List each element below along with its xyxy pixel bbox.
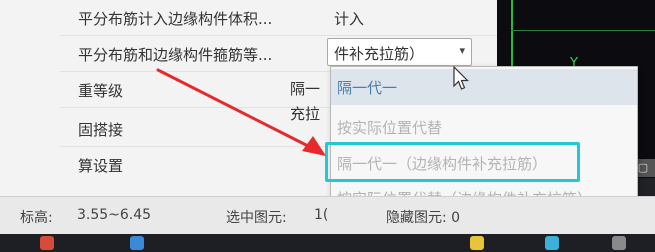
dropdown-option[interactable]: 按实际位置代替 <box>331 109 637 145</box>
row-label: 固搭接 <box>78 120 124 139</box>
highlight-box <box>325 142 580 182</box>
obscured-value: 充拉 <box>290 105 321 123</box>
mouse-pointer-icon <box>453 66 469 90</box>
elevation-label: 标高: <box>20 210 53 226</box>
row-label: 平分布筋和边缘构件箍筋等... <box>78 45 273 64</box>
obscured-value: 隔一 <box>290 80 321 98</box>
row-label: 算设置 <box>78 156 124 175</box>
selected-label: 选中图元: <box>226 210 287 226</box>
app-icon[interactable] <box>40 236 54 250</box>
hidden-count: 隐藏图元: 0 <box>386 210 461 226</box>
taskbar <box>0 234 655 252</box>
app-icon[interactable] <box>545 236 559 250</box>
elevation-value: 3.55~6.45 <box>77 207 152 223</box>
combobox-value: 件补充拉筋） <box>334 45 425 63</box>
dropdown-option[interactable]: 隔一代一 <box>331 69 637 105</box>
row-label: 重等级 <box>78 81 124 100</box>
app-icon[interactable] <box>130 236 144 250</box>
dropdown-list: 隔一代一 按实际位置代替 隔一代一（边缘构件补充拉筋） 按实际位置代替（边缘构件… <box>330 66 638 214</box>
selected-value: 1( <box>314 207 329 223</box>
chevron-down-icon[interactable]: ▾ <box>459 44 465 57</box>
row-value[interactable]: 计入 <box>334 8 364 29</box>
status-bar: 标高: 3.55~6.45 选中图元: 1( 隐藏图元: 0 <box>0 196 655 234</box>
row-label: 平分布筋计入边缘构件体积... <box>78 9 273 28</box>
grid-line <box>511 30 655 31</box>
settings-row[interactable]: 平分布筋计入边缘构件体积... 计入 <box>0 0 497 36</box>
app-icon[interactable] <box>470 236 484 250</box>
app-icon[interactable] <box>612 236 626 250</box>
rebar-substitution-combobox[interactable]: 件补充拉筋） ▾ <box>327 38 472 66</box>
